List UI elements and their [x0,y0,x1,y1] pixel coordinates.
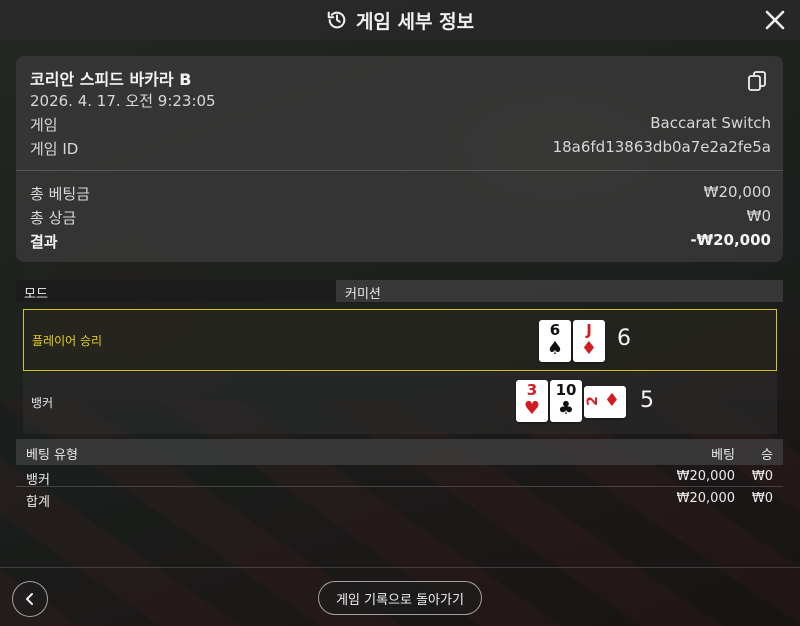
card-rank: 3 [526,381,538,399]
bet-amount-header: 베팅 [711,448,735,463]
game-datetime: 2026. 4. 17. 오전 9:23:05 [30,92,216,110]
total-bet-value: ₩20,000 [703,183,771,201]
bet-win-header: 승 [761,448,773,463]
game-label: 게임 [30,116,58,134]
close-button[interactable] [762,7,788,33]
commission-label: 커미션 [345,287,381,302]
bet-win-cell: ₩0 [751,491,773,506]
card-suit-heart-icon: ♥ [523,398,541,419]
page-title: 게임 세부 정보 [355,10,475,33]
total-win-value: ₩0 [746,207,771,225]
card-suit-club-icon: ♣ [557,398,575,419]
bet-type-header: 베팅 유형 [26,448,78,463]
close-icon [765,10,785,30]
copy-icon [748,71,766,91]
card-rank: 2 [584,396,601,406]
player-hand-row: 플레이어 승리 6 ♠ J ♦ 6 [23,309,777,371]
mode-bar: 모드 커미션 [16,280,783,302]
game-summary-card: 코리안 스피드 바카라 B 2026. 4. 17. 오전 9:23:05 게임… [16,56,783,262]
banker-hand-total: 5 [640,388,654,413]
card-rank: J [586,321,592,339]
playing-card: J ♦ [573,320,605,362]
bet-amount-cell: ₩20,000 [676,469,735,484]
mode-label: 모드 [16,280,336,302]
copy-button[interactable] [747,70,769,94]
banker-hand-label: 뱅커 [31,396,54,410]
bet-win-cell: ₩0 [751,469,773,484]
result-label: 결과 [30,233,58,251]
header-bar: 게임 세부 정보 [0,0,800,40]
playing-card: 3 ♥ [516,380,548,422]
footer-divider [0,567,800,568]
playing-card: 10 ♣ [550,380,582,422]
banker-hand-row: 뱅커 3 ♥ 10 ♣ 2 ♦ 5 [23,372,777,434]
table-row: 뱅커 ₩20,000 ₩0 [16,467,783,488]
game-name: 코리안 스피드 바카라 B [30,70,192,89]
total-win-label: 총 상금 [30,209,77,227]
return-to-history-button[interactable]: 게임 기록으로 돌아가기 [318,581,482,615]
table-row-total: 합계 ₩20,000 ₩0 [16,489,783,510]
game-value: Baccarat Switch [650,114,771,132]
card-suit-spade-icon: ♠ [546,338,564,359]
playing-card: 6 ♠ [539,320,571,362]
result-value: -₩20,000 [690,231,771,249]
total-bet-label: 총 베팅금 [30,185,90,203]
bet-amount-cell: ₩20,000 [676,491,735,506]
game-id-label: 게임 ID [30,140,79,158]
bet-type-cell: 뱅커 [26,473,50,488]
card-rank: 6 [549,321,561,339]
card-rank: 10 [555,381,577,399]
playing-card-sideways: 2 ♦ [584,386,626,418]
history-icon [326,9,348,31]
player-hand-label: 플레이어 승리 [32,334,103,348]
back-button[interactable] [12,581,48,617]
game-id-value: 18a6fd13863db0a7e2a2fe5a [552,138,771,156]
player-hand-total: 6 [617,326,631,351]
bets-table-header: 베팅 유형 베팅 승 [16,439,783,465]
card-suit-diamond-icon: ♦ [603,390,620,411]
header-title-group: 게임 세부 정보 [326,7,474,34]
chevron-left-icon [26,593,33,605]
card-suit-diamond-icon: ♦ [580,338,598,359]
bet-type-cell: 합계 [26,495,50,510]
card-divider [16,170,783,171]
